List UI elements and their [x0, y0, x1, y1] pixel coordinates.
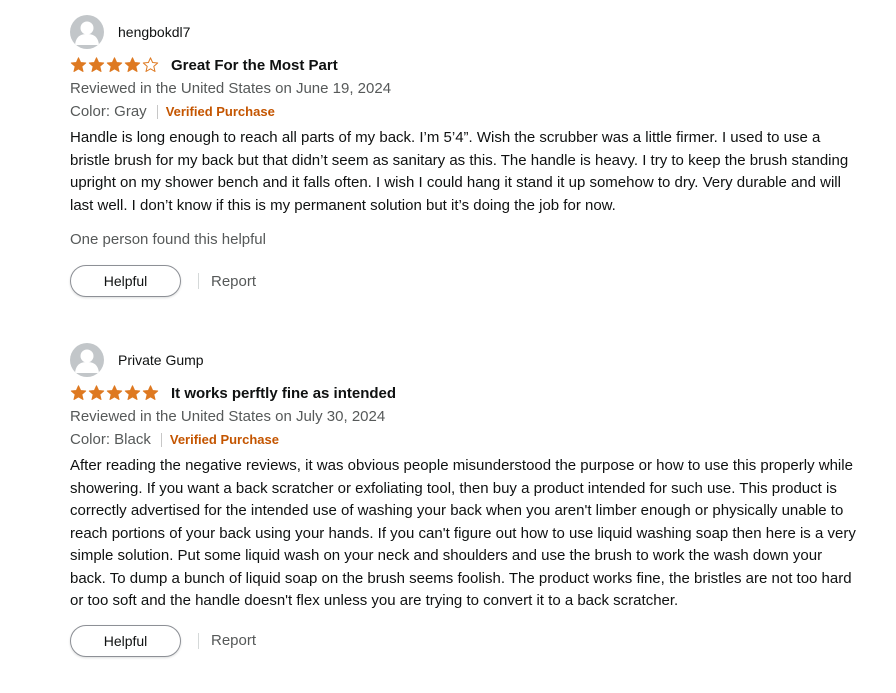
reviewer-profile[interactable]: Private Gump [70, 343, 860, 377]
review-card: hengbokdl7 Great For the Most Part Revie… [70, 15, 860, 298]
review-body: Handle is long enough to reach all parts… [70, 129, 849, 214]
default-user-avatar-icon [70, 15, 104, 49]
review-body: After reading the negative reviews, it w… [70, 457, 856, 609]
helpful-button[interactable]: Helpful [70, 624, 181, 657]
star-filled-icon [106, 385, 123, 401]
star-filled-icon [142, 385, 159, 401]
star-filled-icon [88, 57, 105, 73]
divider [160, 433, 162, 447]
verified-purchase-badge[interactable]: Verified Purchase [170, 429, 279, 451]
review-date: Reviewed in the United States on July 30… [70, 408, 386, 425]
review-title[interactable]: Great For the Most Part [171, 57, 338, 74]
review-card: Private Gump It works perftly fine as in… [70, 343, 860, 658]
review-title[interactable]: It works perftly fine as intended [171, 385, 396, 402]
product-variant: Color: Gray [70, 103, 147, 120]
star-filled-icon [106, 57, 123, 73]
reviewer-name[interactable]: hengbokdl7 [118, 24, 190, 40]
star-filled-icon [70, 385, 87, 401]
divider [198, 632, 199, 649]
star-filled-icon [124, 57, 141, 73]
default-user-avatar-icon [70, 343, 104, 377]
helpful-count: One person found this helpful [70, 231, 266, 248]
report-link[interactable]: Report [211, 632, 256, 649]
review-date: Reviewed in the United States on June 19… [70, 80, 392, 97]
star-filled-icon [70, 57, 87, 73]
helpful-button[interactable]: Helpful [70, 265, 181, 297]
divider [198, 273, 199, 289]
verified-purchase-badge[interactable]: Verified Purchase [166, 101, 275, 123]
reviewer-name[interactable]: Private Gump [118, 352, 204, 368]
star-filled-icon [88, 385, 105, 401]
star-rating[interactable] [70, 385, 160, 401]
star-filled-icon [124, 385, 141, 401]
divider [156, 105, 158, 119]
star-empty-icon [142, 57, 159, 73]
product-variant: Color: Black [70, 431, 151, 448]
report-link[interactable]: Report [211, 273, 256, 290]
star-rating[interactable] [70, 57, 160, 73]
reviewer-profile[interactable]: hengbokdl7 [70, 15, 860, 49]
